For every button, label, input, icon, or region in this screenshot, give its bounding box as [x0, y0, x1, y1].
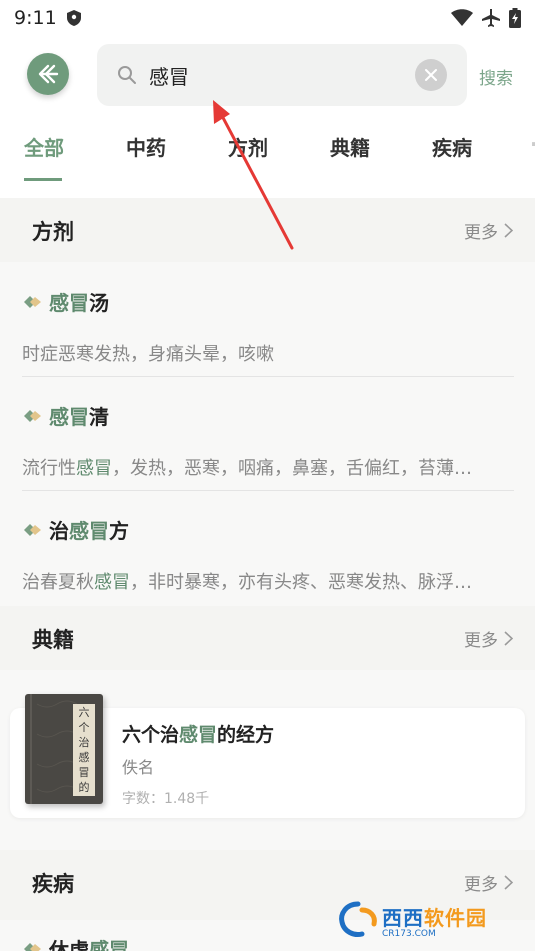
- leaf-bullet-icon: [24, 942, 41, 951]
- status-time: 9:11: [14, 7, 57, 29]
- section-header-prescriptions: 方剂 更多: [0, 198, 535, 262]
- prescription-list: 感冒汤 时症恶寒发热，身痛头晕，咳嗽 感冒清 流行性感冒，发热，恶寒，咽痛，鼻塞…: [0, 262, 535, 606]
- list-item-description: 时症恶寒发热，身痛头晕，咳嗽: [22, 344, 274, 365]
- list-item-title: 感冒清: [22, 401, 109, 430]
- watermark-text: 西西软件园 CR173.COM: [382, 905, 487, 939]
- battery-icon: [509, 8, 521, 28]
- watermark: 西西软件园 CR173.COM: [336, 897, 516, 943]
- list-item[interactable]: 感冒清 流行性感冒，发热，恶寒，咽痛，鼻塞，舌偏红，苔薄…: [22, 376, 514, 491]
- search-icon: [118, 66, 136, 84]
- list-item[interactable]: 休虚 感冒: [22, 934, 129, 951]
- chevron-right-icon: [504, 223, 513, 238]
- leaf-bullet-icon: [24, 523, 41, 536]
- tab-herbs[interactable]: 中药: [126, 132, 166, 161]
- more-label: 更多: [464, 631, 498, 651]
- search-button[interactable]: 搜索: [479, 64, 513, 89]
- more-label: 更多: [464, 875, 498, 895]
- book-author: 佚名: [122, 758, 155, 777]
- list-item-title: 感冒汤: [22, 287, 109, 316]
- more-link[interactable]: 更多: [464, 626, 513, 651]
- book-title: 六个治感冒的经方: [122, 724, 275, 746]
- active-tab-indicator: [24, 178, 62, 181]
- list-item-description: 流行性感冒，发热，恶寒，咽痛，鼻塞，舌偏红，苔薄…: [22, 458, 472, 479]
- tab-prescriptions[interactable]: 方剂: [228, 132, 268, 161]
- section-header-classics: 典籍 更多: [0, 606, 535, 670]
- airplane-icon: [482, 9, 500, 27]
- section-title: 典籍: [32, 627, 74, 652]
- book-card[interactable]: 六 个 治 感 冒 的 六个治感冒的经方 佚名 字数：1.48千: [10, 694, 525, 818]
- section-title: 方剂: [32, 219, 74, 244]
- wifi-icon: [451, 9, 473, 26]
- list-item[interactable]: 治感冒方 治春夏秋感冒，非时暴寒，亦有头疼、恶寒发热、脉浮…: [22, 490, 514, 605]
- status-icons: [451, 8, 521, 28]
- chevron-right-icon: [504, 875, 513, 890]
- tab-diseases[interactable]: 疾病: [432, 132, 472, 161]
- section-title: 疾病: [32, 871, 74, 896]
- book-cover: 六 个 治 感 冒 的: [25, 694, 103, 804]
- list-item-title: 治感冒方: [22, 515, 129, 544]
- search-header: 感冒 搜索 全部 中药 方剂 典籍 疾病 ·: [0, 36, 535, 198]
- clear-search-button[interactable]: [415, 59, 447, 91]
- more-link[interactable]: 更多: [464, 870, 513, 895]
- more-label: 更多: [464, 223, 498, 243]
- leaf-bullet-icon: [24, 295, 41, 308]
- search-query[interactable]: 感冒: [149, 61, 189, 90]
- list-item-description: 治春夏秋感冒，非时暴寒，亦有头疼、恶寒发热、脉浮…: [22, 572, 472, 593]
- tab-classics[interactable]: 典籍: [330, 132, 370, 161]
- leaf-bullet-icon: [24, 409, 41, 422]
- more-link[interactable]: 更多: [464, 218, 513, 243]
- status-bar: 9:11: [0, 0, 535, 36]
- category-tabs: 全部 中药 方剂 典籍 疾病 ·: [0, 132, 535, 181]
- watermark-logo-icon: [339, 901, 377, 937]
- list-item[interactable]: 感冒汤 时症恶寒发热，身痛头晕，咳嗽: [22, 262, 514, 377]
- back-arrow-icon: [38, 64, 59, 84]
- book-cover-label: 六 个 治 感 冒 的: [73, 704, 95, 796]
- search-input[interactable]: 感冒: [97, 44, 467, 106]
- tab-overflow: ·: [530, 132, 535, 156]
- chevron-right-icon: [504, 631, 513, 646]
- book-word-count: 字数：1.48千: [122, 791, 210, 807]
- back-button[interactable]: [27, 53, 69, 95]
- close-icon: [425, 69, 437, 81]
- shield-icon: [66, 10, 81, 26]
- tab-all[interactable]: 全部: [24, 132, 64, 161]
